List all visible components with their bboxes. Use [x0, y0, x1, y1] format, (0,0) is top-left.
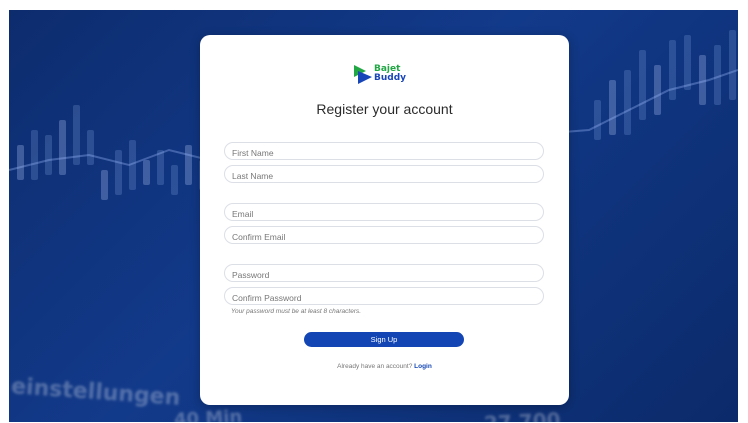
login-prompt-text: Already have an account? [337, 363, 413, 370]
confirm-email-input[interactable] [225, 229, 543, 245]
candle-bar [31, 130, 38, 180]
candle-bar [171, 165, 178, 195]
background-text: 40 Min [173, 406, 243, 422]
register-card: Bajet Buddy Register your account Your p… [200, 35, 569, 405]
confirm-password-input[interactable] [225, 290, 543, 306]
confirm-password-field[interactable] [224, 287, 544, 306]
first-name-field[interactable] [224, 142, 544, 161]
candle-bar [654, 65, 661, 115]
candle-bar [624, 70, 631, 135]
candle-bar [45, 135, 52, 175]
logo-line-2: Buddy [374, 73, 407, 83]
candle-bar [59, 120, 66, 175]
candle-bar [143, 160, 150, 185]
password-input[interactable] [225, 267, 543, 283]
candle-bar [594, 100, 601, 140]
candle-bar [639, 50, 646, 120]
last-name-input[interactable] [225, 168, 543, 184]
logo-arrow-icon [354, 65, 372, 84]
first-name-input[interactable] [225, 145, 543, 161]
logo-wordmark: Bajet Buddy [374, 65, 406, 83]
email-field[interactable] [224, 203, 544, 222]
candle-bar [157, 150, 164, 185]
candle-bar [17, 145, 24, 180]
candle-bar [609, 80, 616, 135]
login-prompt: Already have an account? Login [200, 363, 569, 370]
candle-bar [729, 30, 736, 100]
candle-bar [87, 130, 94, 165]
candle-bar [669, 40, 676, 100]
candle-bar [115, 150, 122, 195]
last-name-field[interactable] [224, 165, 544, 184]
candle-bar [185, 145, 192, 185]
password-field[interactable] [224, 264, 544, 283]
login-link[interactable]: Login [414, 363, 432, 370]
candle-bar [714, 45, 721, 105]
email-input[interactable] [225, 206, 543, 222]
brand-logo: Bajet Buddy [352, 63, 416, 87]
sign-up-button[interactable]: Sign Up [304, 332, 464, 347]
confirm-email-field[interactable] [224, 226, 544, 245]
candle-bar [101, 170, 108, 200]
password-hint: Your password must be at least 8 charact… [231, 308, 362, 315]
page-title: Register your account [316, 101, 453, 117]
candle-bar [684, 35, 691, 90]
